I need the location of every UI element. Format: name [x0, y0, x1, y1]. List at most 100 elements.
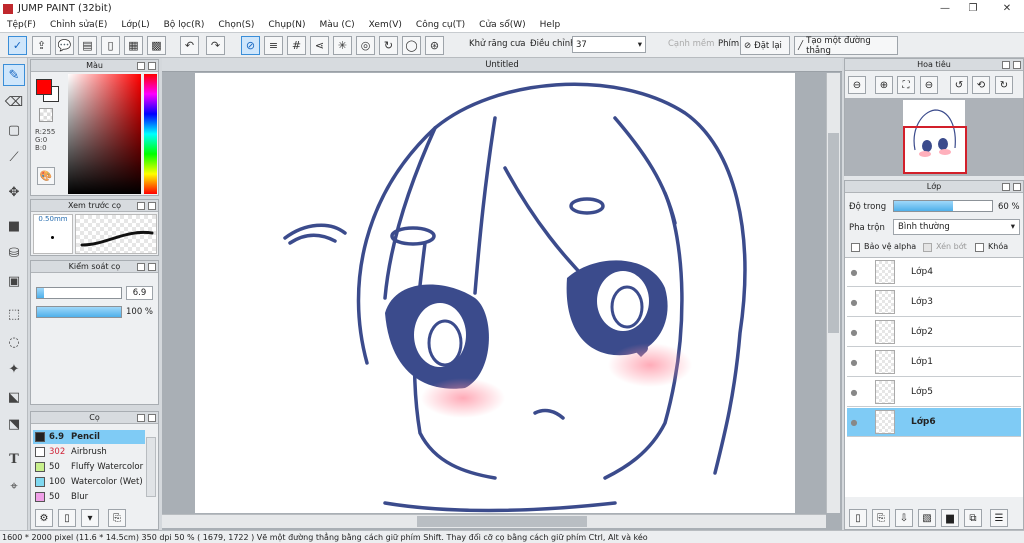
- lasso-tool-icon[interactable]: ◌: [3, 331, 25, 353]
- check-icon[interactable]: ✓: [8, 36, 27, 55]
- zoom-out-icon[interactable]: ⊖: [848, 76, 866, 94]
- size-slider[interactable]: [36, 287, 122, 299]
- vertical-scroll-thumb[interactable]: [828, 133, 839, 333]
- parallel-ruler-icon[interactable]: ≡: [264, 36, 283, 55]
- brush-menu-icon[interactable]: ▾: [81, 509, 99, 527]
- folder-icon[interactable]: ▆: [941, 509, 959, 527]
- horizontal-scrollbar[interactable]: [162, 514, 826, 528]
- brush-item-fluffy-watercolor[interactable]: 50 Fluffy Watercolor: [33, 460, 145, 474]
- undo-icon[interactable]: ↶: [180, 36, 199, 55]
- brush-list-scrollbar[interactable]: [146, 437, 156, 497]
- layer-row[interactable]: ● Lớp3: [847, 288, 1021, 317]
- lock-checkbox[interactable]: [975, 243, 984, 252]
- new-brush-icon[interactable]: ▯: [58, 509, 76, 527]
- opacity-slider[interactable]: [36, 306, 122, 318]
- primary-color-swatch[interactable]: [36, 79, 52, 95]
- duplicate-layer-icon[interactable]: ⧉: [964, 509, 982, 527]
- menu-layer[interactable]: Lớp(L): [114, 20, 156, 30]
- hue-slider[interactable]: [144, 74, 157, 194]
- document-tab[interactable]: Untitled: [162, 58, 842, 72]
- fit-icon[interactable]: ⛶: [897, 76, 915, 94]
- no-ruler-icon[interactable]: ⊘: [241, 36, 260, 55]
- layer-row[interactable]: ● Lớp4: [847, 258, 1021, 287]
- bucket-tool-icon[interactable]: ⛁: [3, 242, 25, 264]
- text-tool-icon[interactable]: T: [3, 448, 25, 470]
- visibility-icon[interactable]: ●: [847, 418, 861, 427]
- blend-mode-dropdown[interactable]: Bình thường ▾: [893, 219, 1020, 235]
- visibility-icon[interactable]: ●: [847, 328, 861, 337]
- layer-row[interactable]: ● Lớp1: [847, 348, 1021, 377]
- menu-help[interactable]: Help: [533, 20, 568, 30]
- rectangle-tool-icon[interactable]: ▢: [3, 119, 25, 141]
- zoom-in-icon[interactable]: ⊕: [875, 76, 893, 94]
- float-icon[interactable]: [137, 62, 145, 70]
- mask-layer-icon[interactable]: ▧: [918, 509, 936, 527]
- menu-tools[interactable]: Công cụ(T): [409, 20, 472, 30]
- float-icon[interactable]: [137, 263, 145, 271]
- minimize-button[interactable]: —: [934, 0, 956, 16]
- navigator-view[interactable]: [845, 98, 1023, 176]
- brush-item-watercolor-wet[interactable]: 100 Watercolor (Wet): [33, 475, 145, 489]
- new-layer-icon[interactable]: ▯: [849, 509, 867, 527]
- brush-item-airbrush[interactable]: 302 Airbrush: [33, 445, 145, 459]
- size-value[interactable]: 6.9: [126, 286, 153, 300]
- float-icon[interactable]: [1002, 61, 1010, 69]
- menu-file[interactable]: Tệp(F): [0, 20, 43, 30]
- menu-select[interactable]: Chọn(S): [211, 20, 261, 30]
- rotate-right-icon[interactable]: ↻: [995, 76, 1013, 94]
- visibility-icon[interactable]: ●: [847, 358, 861, 367]
- menu-capture[interactable]: Chụp(N): [261, 20, 312, 30]
- close-icon[interactable]: [148, 202, 156, 210]
- menu-view[interactable]: Xem(V): [362, 20, 409, 30]
- float-icon[interactable]: [1002, 183, 1010, 191]
- grid-ruler-icon[interactable]: #: [287, 36, 306, 55]
- menu-color[interactable]: Màu (C): [313, 20, 362, 30]
- layer-row-selected[interactable]: ● Lớp6: [847, 408, 1021, 437]
- magic-wand-tool-icon[interactable]: ✦: [3, 358, 25, 380]
- curve-icon[interactable]: ↻: [379, 36, 398, 55]
- layer-settings-icon[interactable]: ☰: [990, 509, 1008, 527]
- copy-layer-icon[interactable]: ⎘: [872, 509, 890, 527]
- close-button[interactable]: ✕: [992, 0, 1022, 16]
- radial-icon[interactable]: ✳: [333, 36, 352, 55]
- eyedropper-tool-icon[interactable]: ⌖: [3, 475, 25, 497]
- visibility-icon[interactable]: ●: [847, 388, 861, 397]
- fill-shape-tool-icon[interactable]: ■: [3, 215, 25, 237]
- straight-line-button[interactable]: ╱ Tạo một đường thẳng: [794, 36, 898, 56]
- eraser-tool-icon[interactable]: ⌫: [3, 91, 25, 113]
- maximize-button[interactable]: ❐: [962, 0, 984, 16]
- redo-icon[interactable]: ↷: [206, 36, 225, 55]
- zoom-minus-icon[interactable]: ⊖: [920, 76, 938, 94]
- protect-alpha-checkbox[interactable]: [851, 243, 860, 252]
- symmetry-icon[interactable]: ⊛: [425, 36, 444, 55]
- float-icon[interactable]: [137, 414, 145, 422]
- brush-item-blur[interactable]: 50 Blur: [33, 490, 145, 504]
- rotate-left-icon[interactable]: ↺: [950, 76, 968, 94]
- layer-opacity-slider[interactable]: [893, 200, 993, 212]
- navigator-viewport-rect[interactable]: [903, 126, 967, 174]
- visibility-icon[interactable]: ●: [847, 298, 861, 307]
- export-icon[interactable]: ⇪: [32, 36, 51, 55]
- pages-icon[interactable]: ▦: [124, 36, 143, 55]
- comment-icon[interactable]: 💬: [55, 36, 74, 55]
- saturation-value-picker[interactable]: [68, 74, 141, 194]
- visibility-icon[interactable]: ●: [847, 268, 861, 277]
- concentric-icon[interactable]: ◎: [356, 36, 375, 55]
- layer-row[interactable]: ● Lớp5: [847, 378, 1021, 407]
- layer-row[interactable]: ● Lớp2: [847, 318, 1021, 347]
- palette-icon[interactable]: 🎨: [37, 167, 55, 185]
- message-icon[interactable]: ▤: [78, 36, 97, 55]
- menu-window[interactable]: Cửa sổ(W): [472, 20, 532, 30]
- rect-select-tool-icon[interactable]: ⬚: [3, 303, 25, 325]
- reset-button[interactable]: ⊘ Đặt lại: [740, 36, 790, 55]
- gradient-tool-icon[interactable]: ▣: [3, 270, 25, 292]
- select-eraser-tool-icon[interactable]: ⬔: [3, 413, 25, 435]
- close-icon[interactable]: [148, 62, 156, 70]
- brush-import-icon[interactable]: ⎘: [108, 509, 126, 527]
- transparent-swatch[interactable]: [39, 108, 53, 122]
- pen-tool-icon[interactable]: ✎: [3, 64, 25, 86]
- perspective-icon[interactable]: ⋖: [310, 36, 329, 55]
- rotate-reset-icon[interactable]: ⟲: [972, 76, 990, 94]
- close-icon[interactable]: [148, 414, 156, 422]
- move-tool-icon[interactable]: ✥: [3, 181, 25, 203]
